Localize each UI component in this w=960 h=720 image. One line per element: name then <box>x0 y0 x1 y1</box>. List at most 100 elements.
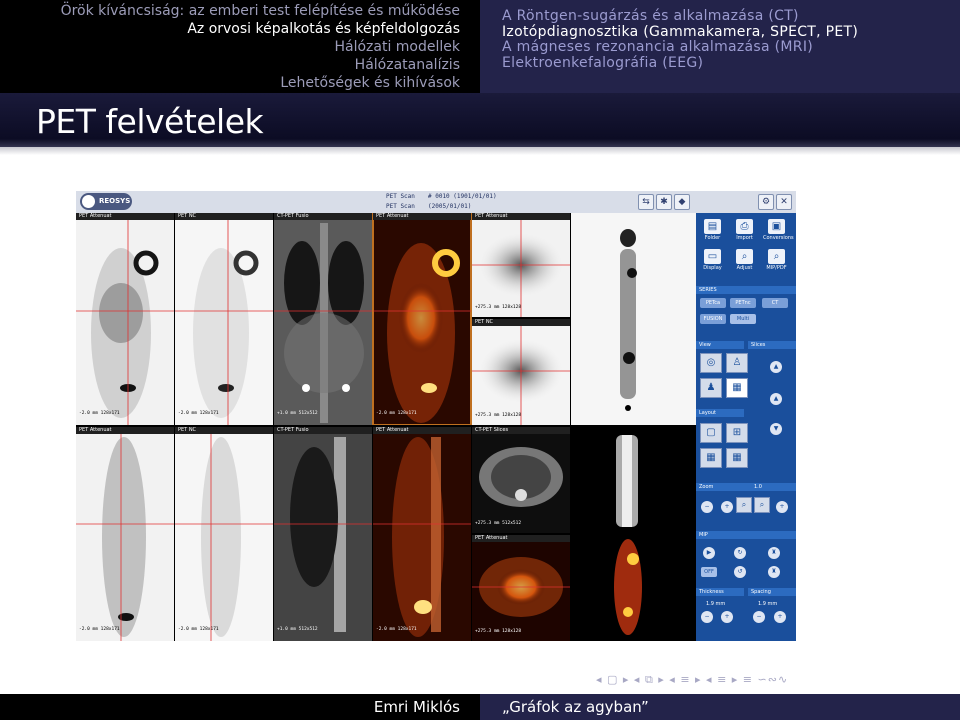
thickness-value: 1.9 mm <box>706 601 726 607</box>
panel-footer: -2.0 mm 128x171 <box>376 411 417 416</box>
control-panel: ▤ Folder ⎙ Import ▣ Conversions ▭ Display ⌕ A… <box>696 213 796 641</box>
zoom-value: 1.0 <box>754 484 762 490</box>
section-link[interactable]: Hálózatanalízis <box>0 56 460 74</box>
magnifier-icon: ⌕ <box>736 249 753 264</box>
frame-title: PET felvételek <box>36 102 264 141</box>
panel-footer: -2.0 mm 128x171 <box>79 411 120 416</box>
beamer-navigation[interactable]: ◂ ▢ ▸ ◂ ⧉ ▸ ◂ ≡ ▸ ◂ ≡ ▸ ≡ ∽∾∿ <box>596 673 956 687</box>
rotate-icon[interactable]: ↻ <box>734 547 746 559</box>
multi-view-icon[interactable]: ▦ <box>726 378 748 398</box>
mip-pdf-button[interactable]: ⌕ MIP/PDF <box>763 249 790 275</box>
folder-icon: ▤ <box>704 219 721 234</box>
slices-section-label: Slices <box>748 341 796 349</box>
thickness-label: Thickness <box>696 588 744 596</box>
panel-footer: +275.3 mm 128x128 <box>475 629 522 634</box>
bookmark-icon[interactable]: ◆ <box>674 194 690 210</box>
figure-icon[interactable]: ♜ <box>768 547 780 559</box>
panel-label: PET Attenuat <box>373 213 471 220</box>
thickness-minus-icon[interactable]: − <box>701 611 713 623</box>
layout-1x1-icon[interactable]: ▢ <box>700 423 722 443</box>
multi-mode-button[interactable]: Multi <box>730 314 756 324</box>
mip-section-label: MIP <box>696 531 796 539</box>
footer-bar: Emri Miklós „Gráfok az agyban” <box>0 694 960 720</box>
adjust-button[interactable]: ⌕ Adjust <box>731 249 758 275</box>
spacing-label: Spacing <box>748 588 796 596</box>
spin-icon[interactable]: ↺ <box>734 566 746 578</box>
title-shadow <box>0 147 960 155</box>
scan-label-2: PET Scan <box>386 203 415 210</box>
series-section-label: SERIES <box>696 286 796 294</box>
layout-icon[interactable]: ⇆ <box>638 194 654 210</box>
zoom-section-label: Zoom 1.0 <box>696 483 796 491</box>
panel-label: CT-PET Fusio <box>274 213 372 220</box>
fusion-mode-button[interactable]: FUSION <box>700 314 726 324</box>
header: Örök kíváncsiság: az emberi test felépít… <box>0 0 960 93</box>
panel-footer: -2.0 mm 128x171 <box>178 627 219 632</box>
section-link-current[interactable]: Az orvosi képalkotás és képfeldolgozás <box>0 20 460 38</box>
monitor-icon: ▭ <box>704 249 721 264</box>
subsection-link[interactable]: A Röntgen-sugárzás és alkalmazása (CT) <box>502 8 960 25</box>
view-section-label: View <box>696 341 744 349</box>
row1-images <box>76 213 696 425</box>
section-link[interactable]: Lehetőségek és kihívások <box>0 74 460 92</box>
spacing-minus-icon[interactable]: − <box>753 611 765 623</box>
section-nav: Örök kíváncsiság: az emberi test felépít… <box>0 0 480 93</box>
zoom-plus-icon[interactable]: + <box>721 501 733 513</box>
footer-author: Emri Miklós <box>0 694 480 720</box>
section-link[interactable]: Örök kíváncsiság: az emberi test felépít… <box>0 2 460 20</box>
frame-title-bar: PET felvételek <box>0 93 960 147</box>
play-icon[interactable]: ▶ <box>703 547 715 559</box>
panel-footer: -2.0 mm 128x171 <box>178 411 219 416</box>
panel-footer: +1.0 mm 512x512 <box>277 411 318 416</box>
panel-label: PET Attenuat <box>472 213 570 220</box>
coronal-view-icon[interactable]: ♙ <box>726 353 748 373</box>
panel-label: PET NC <box>175 213 273 220</box>
layout-3x3-icon[interactable]: ▦ <box>700 448 722 468</box>
viewer-toolbar: REOSYS PET Scan # 0010 (1901/01/01) PET … <box>76 191 796 213</box>
settings-icon[interactable]: ✱ <box>656 194 672 210</box>
close-icon[interactable]: ✕ <box>776 194 792 210</box>
layout-section-label: Layout <box>696 409 744 417</box>
save-icon: ▣ <box>768 219 785 234</box>
series-petca-button[interactable]: PETca <box>700 298 726 308</box>
thickness-plus-icon[interactable]: + <box>721 611 733 623</box>
axial-view-icon[interactable]: ◎ <box>700 353 722 373</box>
series-petnc-button[interactable]: PETnc <box>730 298 756 308</box>
conversions-button[interactable]: ▣ Conversions <box>763 219 794 245</box>
subsection-link-current[interactable]: Izotópdiagnosztika (Gammakamera, SPECT, … <box>502 24 960 41</box>
section-link[interactable]: Hálózati modellek <box>0 38 460 56</box>
slice-down-icon[interactable]: ▼ <box>770 423 782 435</box>
subsection-link[interactable]: Elektroenkefalográfia (EEG) <box>502 55 960 72</box>
layout-4x4-icon[interactable]: ▦ <box>726 448 748 468</box>
gear-icon[interactable]: ⚙ <box>758 194 774 210</box>
zoom-minus-icon[interactable]: − <box>701 501 713 513</box>
zoom-fit-icon[interactable]: ⌕ <box>736 497 752 513</box>
zoom-in-icon[interactable]: ⌕ <box>754 497 770 513</box>
sagittal-view-icon[interactable]: ♟ <box>700 378 722 398</box>
panel-footer: -2.0 mm 128x171 <box>79 627 120 632</box>
panel-footer: +275.3 mm 512x512 <box>475 521 522 526</box>
series-ct-button[interactable]: CT <box>762 298 788 308</box>
pet-viewer-screenshot: REOSYS PET Scan # 0010 (1901/01/01) PET … <box>76 191 796 641</box>
slice-up-icon[interactable]: ▲ <box>770 361 782 373</box>
zoom-plus-2-icon[interactable]: + <box>776 501 788 513</box>
subsection-link[interactable]: A mágneses rezonancia alkalmazása (MRI) <box>502 39 960 56</box>
zoom-icon: ⌕ <box>768 249 785 264</box>
panel-footer: +1.0 mm 512x512 <box>277 627 318 632</box>
panel-label: PET Attenuat <box>76 213 174 220</box>
display-button[interactable]: ▭ Display <box>699 249 726 275</box>
layout-2x2-icon[interactable]: ⊞ <box>726 423 748 443</box>
spacing-plus-icon[interactable]: + <box>774 611 786 623</box>
spacing-value: 1.9 mm <box>758 601 778 607</box>
scan-id: # 0010 (1901/01/01) <box>428 193 497 200</box>
reosys-logo: REOSYS <box>80 193 132 210</box>
panel-footer: -2.0 mm 128x171 <box>376 627 417 632</box>
folder-button[interactable]: ▤ Folder <box>699 219 726 245</box>
printer-icon: ⎙ <box>736 219 753 234</box>
scan-date: (2005/01/01) <box>428 203 472 210</box>
subsection-nav: A Röntgen-sugárzás és alkalmazása (CT) I… <box>480 0 960 93</box>
import-button[interactable]: ⎙ Import <box>731 219 758 245</box>
figure-2-icon[interactable]: ♜ <box>768 566 780 578</box>
slice-up-2-icon[interactable]: ▲ <box>770 393 782 405</box>
mip-off-button[interactable]: OFF <box>701 567 717 577</box>
